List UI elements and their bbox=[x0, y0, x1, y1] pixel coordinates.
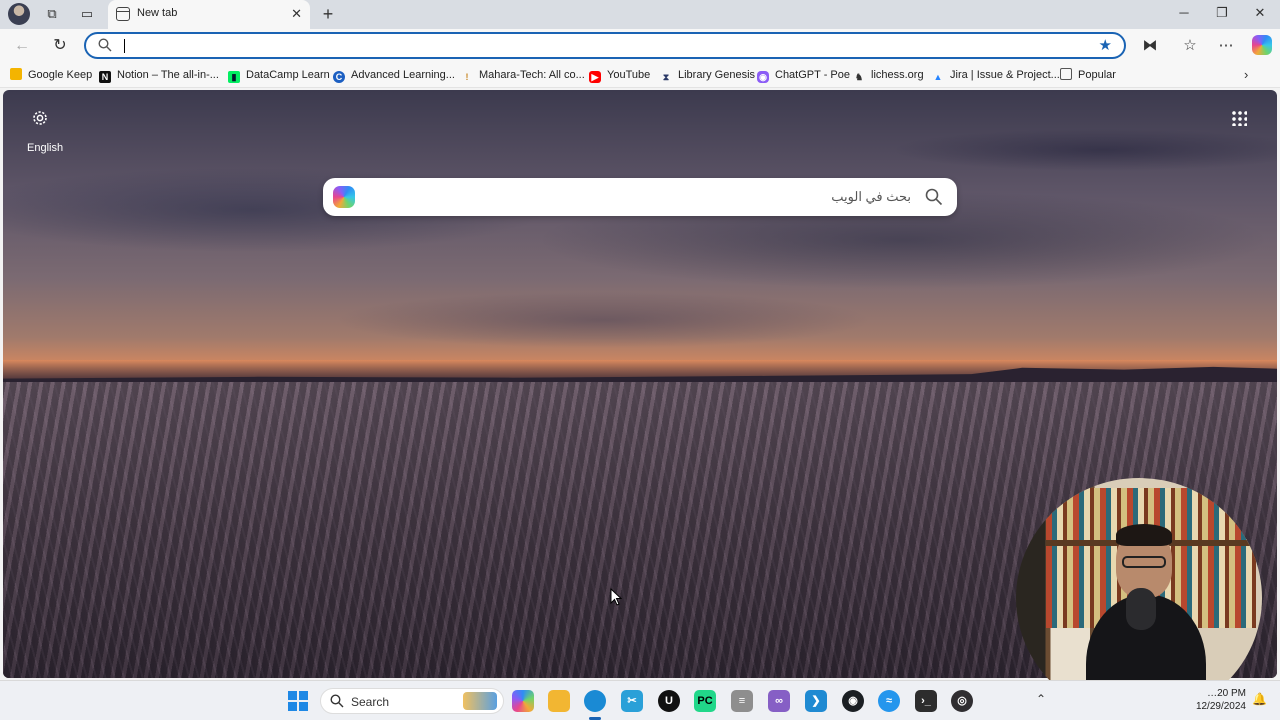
back-button[interactable]: ← bbox=[12, 36, 32, 56]
datacamp-icon: ▮ bbox=[228, 71, 240, 83]
chevron-right-icon[interactable]: › bbox=[1244, 67, 1248, 82]
more-menu-icon[interactable]: ⋯ bbox=[1216, 36, 1236, 56]
bookmark-lichess[interactable]: ♞ lichess.org bbox=[853, 68, 924, 84]
visual-studio-icon[interactable]: ∞ bbox=[768, 690, 790, 712]
microphone bbox=[1126, 588, 1156, 630]
app-launcher-grid-icon[interactable] bbox=[1231, 110, 1247, 126]
lichess-icon: ♞ bbox=[854, 72, 864, 82]
github-desktop-icon[interactable]: ◉ bbox=[842, 690, 864, 712]
bookmark-poe[interactable]: ◉ ChatGPT - Poe bbox=[757, 68, 850, 84]
bookmark-coursera[interactable]: C Advanced Learning... bbox=[333, 68, 455, 84]
libgen-icon: ⧗ bbox=[662, 72, 670, 82]
bookmarks-bar: Google Keep N Notion – The all-in-... ▮ Da… bbox=[0, 62, 1280, 88]
unreal-engine-icon[interactable]: U bbox=[658, 690, 680, 712]
start-button[interactable] bbox=[288, 691, 308, 711]
mahara-tech-icon: ! bbox=[465, 72, 469, 82]
bookmark-notion[interactable]: N Notion – The all-in-... bbox=[99, 68, 219, 84]
tab-strip: ⧉ ▭ New tab ✕ + ─ ❐ ✕ bbox=[0, 0, 1280, 29]
tab-new-tab[interactable]: New tab ✕ bbox=[108, 0, 310, 29]
taskbar-search[interactable]: Search bbox=[320, 688, 504, 714]
favorites-icon[interactable]: ☆ bbox=[1180, 36, 1200, 56]
file-explorer-icon[interactable] bbox=[548, 690, 570, 712]
clock-time: …20 PM bbox=[1207, 688, 1246, 699]
notion-icon: N bbox=[99, 71, 111, 83]
search-icon bbox=[98, 38, 112, 52]
maximize-button[interactable]: ❐ bbox=[1212, 5, 1232, 21]
address-bar[interactable]: ★ bbox=[84, 32, 1126, 59]
copilot-app-icon[interactable] bbox=[512, 690, 534, 712]
minimize-button[interactable]: ─ bbox=[1174, 5, 1194, 21]
taskbar: Search ✂ U PC ≡ ∞ ❯ ◉ ≈ ›_ ◎ ⌃ …20 PM 12… bbox=[0, 680, 1280, 720]
new-tab-favicon-icon bbox=[116, 7, 130, 21]
folder-icon bbox=[1060, 68, 1072, 80]
bookmark-folder-popular[interactable]: Popular bbox=[1060, 68, 1116, 84]
background-sky bbox=[3, 90, 1277, 370]
edge-browser-icon[interactable] bbox=[584, 690, 606, 712]
close-window-button[interactable]: ✕ bbox=[1250, 5, 1270, 21]
copilot-icon[interactable] bbox=[1252, 35, 1272, 55]
search-highlight-icon bbox=[463, 692, 497, 710]
vertical-tabs-icon[interactable]: ▭ bbox=[79, 6, 95, 22]
bookmark-google-keep[interactable]: Google Keep bbox=[10, 68, 92, 84]
taskbar-search-label: Search bbox=[351, 695, 390, 709]
chevron-up-icon[interactable]: ⌃ bbox=[1036, 692, 1046, 706]
text-caret bbox=[124, 39, 125, 53]
gear-icon[interactable] bbox=[30, 108, 50, 128]
google-keep-icon bbox=[10, 68, 22, 80]
favorite-star-icon[interactable]: ★ bbox=[1099, 36, 1112, 55]
profile-avatar[interactable] bbox=[8, 3, 30, 25]
address-input[interactable] bbox=[122, 36, 1062, 55]
youtube-icon: ▶ bbox=[589, 71, 601, 83]
tab-title: New tab bbox=[137, 7, 178, 19]
search-icon[interactable] bbox=[925, 188, 943, 206]
vscode-icon[interactable]: ❯ bbox=[805, 690, 827, 712]
extensions-icon[interactable]: ⧓ bbox=[1140, 36, 1160, 56]
clock-date: 12/29/2024 bbox=[1195, 701, 1246, 712]
browser-toolbar: ← ↻ ★ ⧓ ☆ ⋯ bbox=[0, 29, 1280, 62]
refresh-button[interactable]: ↻ bbox=[50, 36, 70, 56]
coursera-icon: C bbox=[333, 71, 345, 83]
jira-icon: ▲ bbox=[933, 72, 943, 82]
bookmark-library-genesis[interactable]: ⧗ Library Genesis bbox=[660, 68, 755, 84]
obs-studio-icon[interactable]: ◎ bbox=[951, 690, 973, 712]
mouse-pointer-icon bbox=[610, 588, 622, 606]
system-clock[interactable]: …20 PM 12/29/2024 bbox=[1190, 687, 1246, 713]
copilot-icon[interactable] bbox=[333, 186, 355, 208]
web-search-box[interactable]: بحث في الويب bbox=[323, 178, 957, 216]
language-label[interactable]: English bbox=[27, 142, 63, 154]
tab-close-icon[interactable]: ✕ bbox=[291, 6, 302, 22]
pycharm-icon[interactable]: PC bbox=[694, 690, 716, 712]
notification-bell-icon[interactable]: 🔔 bbox=[1252, 692, 1267, 706]
bookmark-datacamp[interactable]: ▮ DataCamp Learn bbox=[228, 68, 330, 84]
workspaces-icon[interactable]: ⧉ bbox=[44, 6, 60, 22]
poe-icon: ◉ bbox=[757, 71, 769, 83]
bookmark-jira[interactable]: ▲ Jira | Issue & Project... bbox=[932, 68, 1060, 84]
search-icon bbox=[330, 694, 344, 708]
snipping-tool-icon[interactable]: ✂ bbox=[621, 690, 643, 712]
new-tab-button[interactable]: + bbox=[318, 4, 338, 24]
bookmark-mahara-tech[interactable]: ! Mahara-Tech: All co... bbox=[461, 68, 585, 84]
terminal-icon[interactable]: ›_ bbox=[915, 690, 937, 712]
search-placeholder: بحث في الويب bbox=[831, 189, 911, 204]
docker-icon[interactable]: ≈ bbox=[878, 690, 900, 712]
database-app-icon[interactable]: ≡ bbox=[731, 690, 753, 712]
bookmark-youtube[interactable]: ▶ YouTube bbox=[589, 68, 650, 84]
